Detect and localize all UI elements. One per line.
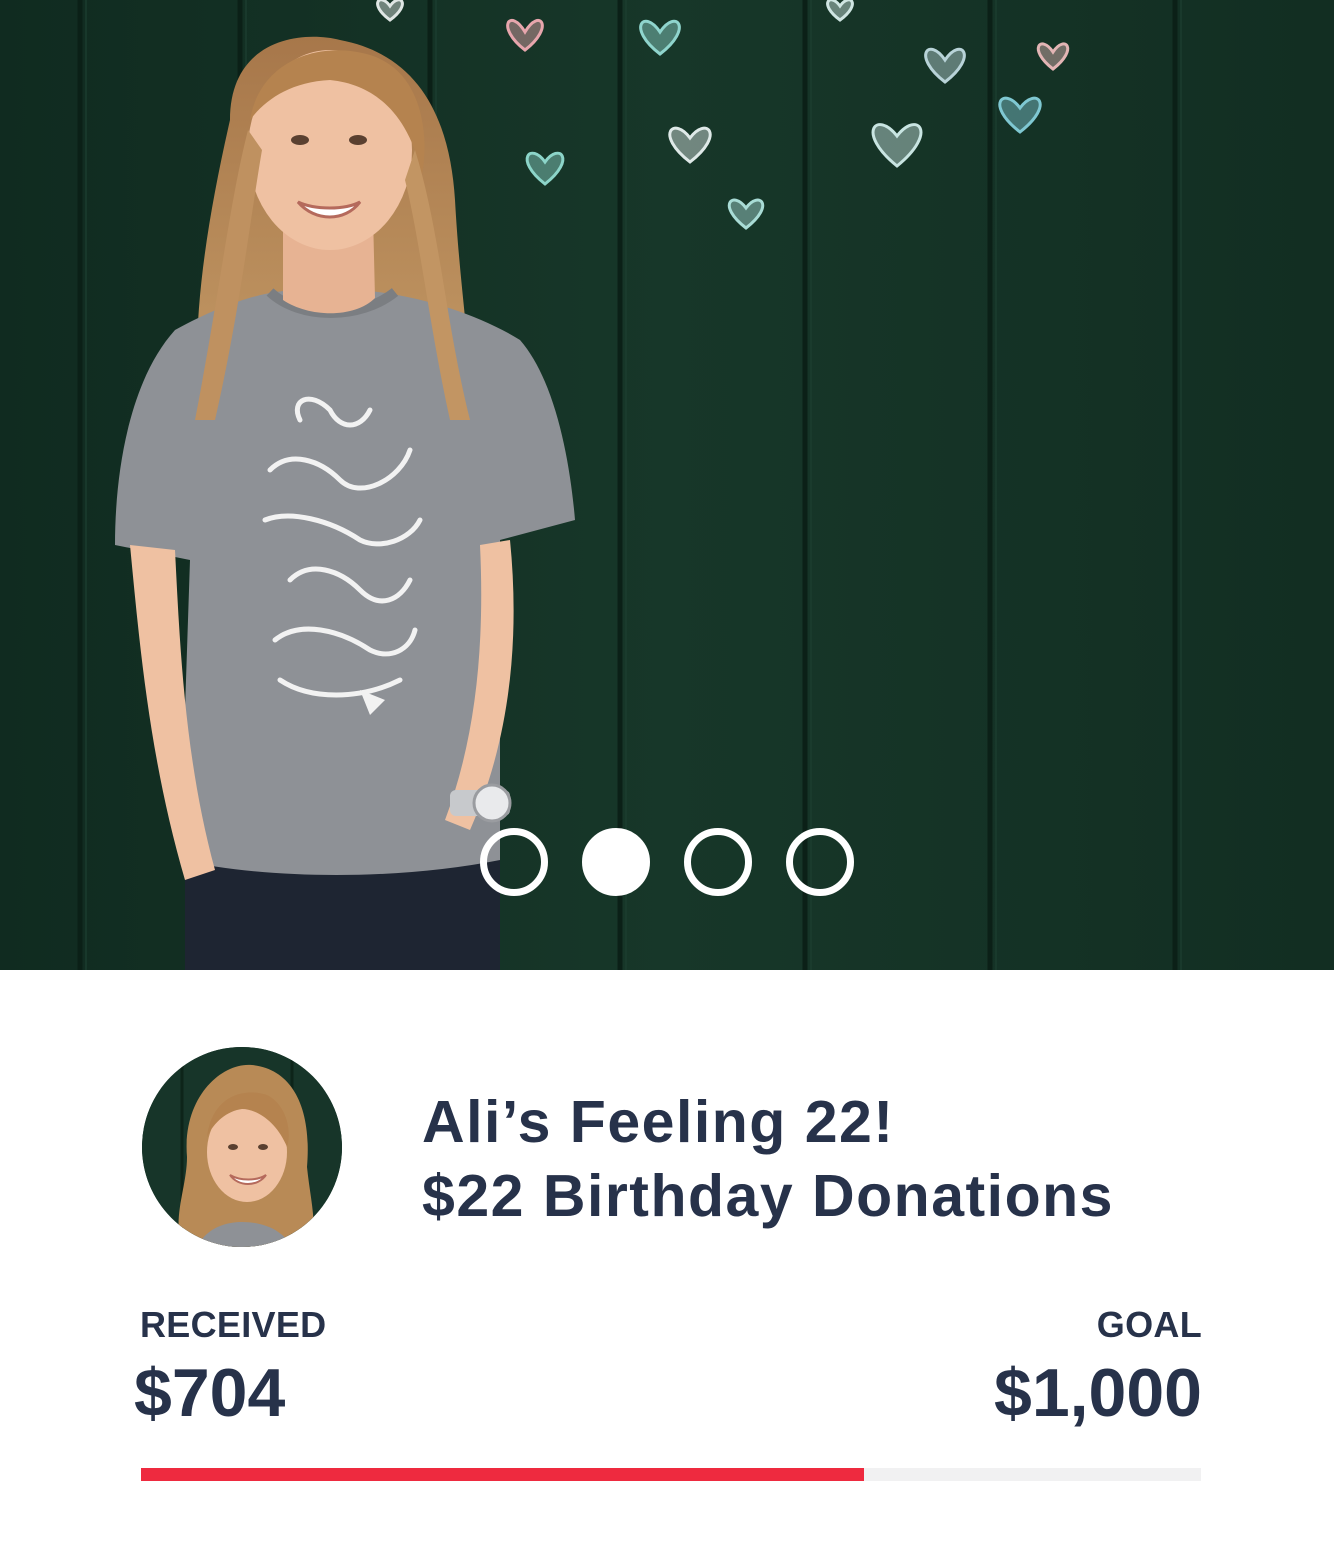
hero-photo-carousel[interactable]	[0, 0, 1334, 970]
avatar-photo	[142, 1047, 342, 1247]
goal-amount: $1,000	[994, 1355, 1202, 1431]
received-amount: $704	[134, 1355, 286, 1431]
carousel-pagination	[480, 824, 854, 896]
goal-label: GOAL	[1096, 1304, 1202, 1345]
received-label: RECEIVED	[140, 1304, 327, 1345]
campaign-title: Ali’s Feeling 22! $22 Birthday Donations	[422, 1085, 1114, 1233]
donation-progress-bar	[141, 1468, 1201, 1481]
campaign-title-line-1: Ali’s Feeling 22!	[422, 1089, 895, 1155]
carousel-dot-1[interactable]	[480, 828, 548, 896]
carousel-dot-2[interactable]	[582, 828, 650, 896]
donation-progress-fill	[141, 1468, 864, 1481]
campaign-title-line-2: $22 Birthday Donations	[422, 1163, 1114, 1229]
avatar	[142, 1047, 342, 1247]
carousel-dot-3[interactable]	[684, 828, 752, 896]
carousel-dot-4[interactable]	[786, 828, 854, 896]
